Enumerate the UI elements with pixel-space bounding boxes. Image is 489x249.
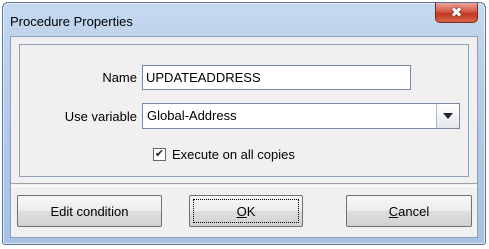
dropdown-arrow-button[interactable] — [436, 104, 459, 128]
cancel-button[interactable]: Cancel — [346, 195, 472, 227]
use-variable-label: Use variable — [64, 109, 137, 124]
use-variable-dropdown[interactable]: Global-Address — [142, 103, 460, 129]
execute-on-all-copies-label: Execute on all copies — [172, 146, 295, 162]
close-icon: ✖ — [450, 4, 463, 20]
button-separator — [11, 183, 477, 187]
name-field[interactable]: UPDATEADDRESS — [142, 65, 411, 90]
edit-condition-button[interactable]: Edit condition — [17, 195, 162, 227]
chevron-down-icon — [443, 113, 453, 119]
execute-on-all-copies-checkbox[interactable]: ✔ — [153, 147, 166, 161]
close-button[interactable]: ✖ — [435, 3, 478, 23]
dialog-body: Name UPDATEADDRESS Use variable Global-A… — [10, 36, 478, 238]
properties-group: Name UPDATEADDRESS Use variable Global-A… — [19, 44, 469, 177]
name-label: Name — [102, 70, 137, 85]
cancel-label: Cancel — [389, 204, 429, 219]
procedure-properties-dialog: Procedure Properties ✖ Name UPDATEADDRES… — [2, 2, 486, 245]
cancel-mnemonic: C — [388, 203, 399, 219]
ok-button[interactable]: OK — [189, 195, 303, 227]
use-variable-value: Global-Address — [147, 108, 237, 123]
focus-ring — [193, 199, 299, 223]
edit-condition-label: Edit condition — [50, 203, 129, 219]
cancel-label-rest: ancel — [398, 203, 430, 219]
dialog-title: Procedure Properties — [10, 14, 133, 29]
check-icon: ✔ — [154, 147, 165, 160]
execute-on-all-copies-option[interactable]: ✔ Execute on all copies — [153, 146, 295, 162]
